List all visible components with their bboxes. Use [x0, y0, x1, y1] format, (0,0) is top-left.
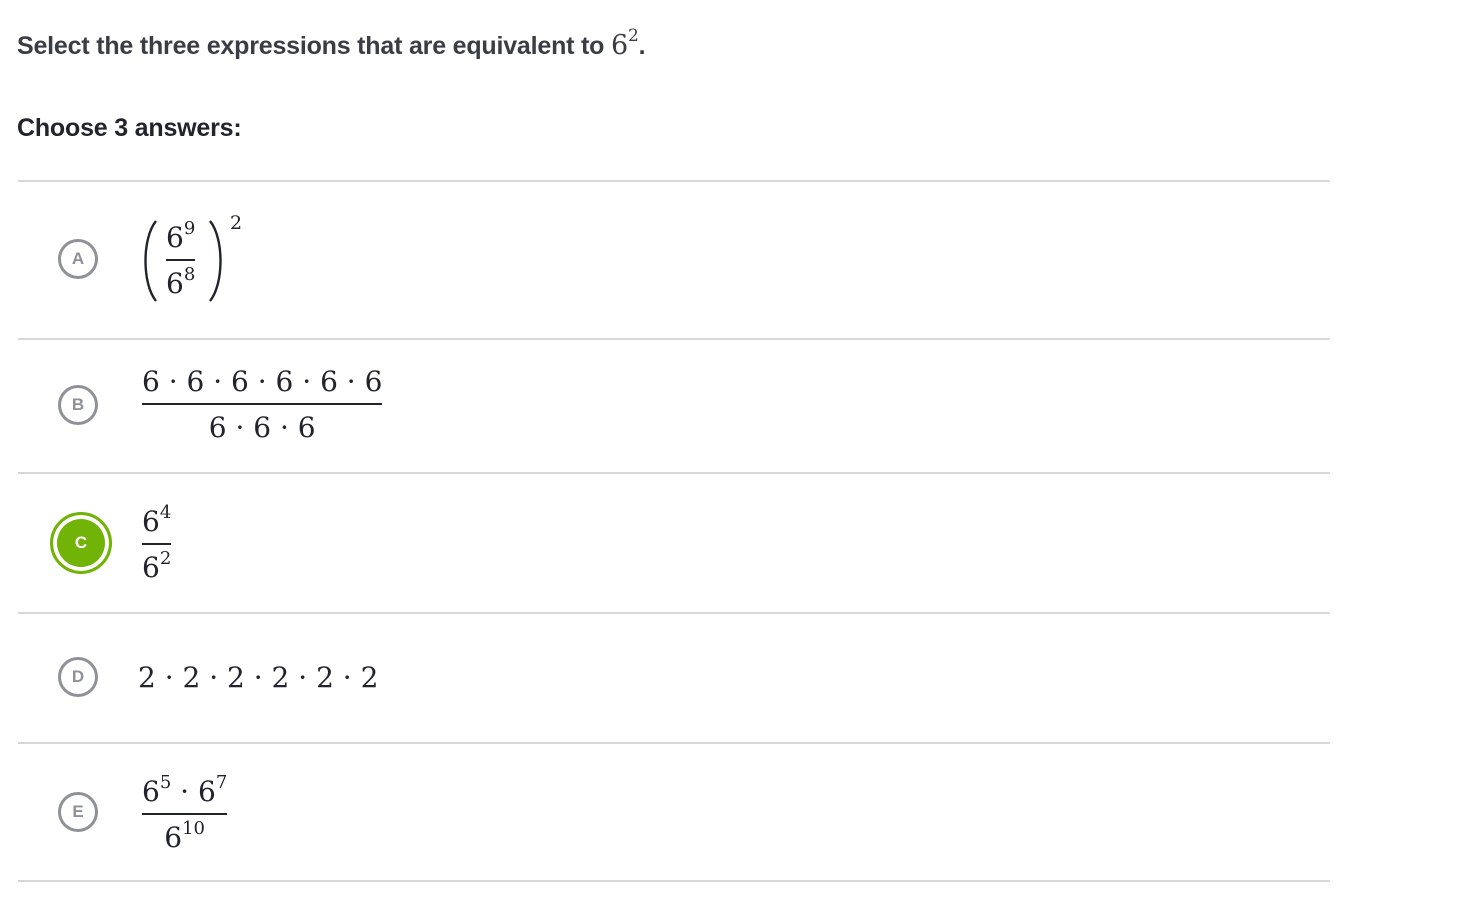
question-suffix: .: [638, 32, 646, 60]
choice-c[interactable]: C 64 62: [18, 472, 1330, 612]
question-base: 6: [610, 30, 628, 61]
fraction-bar: [142, 403, 383, 405]
choice-a-expression: 69 68 2: [138, 212, 248, 312]
left-paren-icon: [144, 220, 157, 302]
fraction-bar: [142, 813, 228, 815]
fraction-bar: [166, 259, 196, 261]
question-exponent: 2: [627, 26, 639, 46]
choice-e[interactable]: E 65 · 67 610: [18, 742, 1330, 882]
choice-b-letter: B: [58, 385, 98, 425]
choice-e-fraction: 65 · 67 610: [142, 772, 228, 854]
choice-c-letter: C: [50, 512, 112, 574]
right-paren-icon: [209, 220, 222, 302]
choice-a-fraction: 69 68: [166, 218, 196, 300]
choice-b-denominator: 6 · 6 · 6: [208, 411, 316, 444]
choice-b-fraction: 6 · 6 · 6 · 6 · 6 · 6 6 · 6 · 6: [142, 365, 383, 444]
choice-b-numerator: 6 · 6 · 6 · 6 · 6 · 6: [142, 365, 383, 398]
choice-c-fraction: 64 62: [142, 502, 172, 584]
choice-e-expression: 65 · 67 610: [142, 772, 228, 854]
choice-d-letter: D: [58, 657, 98, 697]
answer-instruction: Choose 3 answers:: [17, 114, 242, 142]
choice-a-denominator: 68: [166, 264, 196, 300]
choice-a-letter: A: [58, 239, 98, 279]
question-text: Select the three expressions that are eq…: [17, 32, 611, 60]
choice-e-numerator: 65 · 67: [142, 772, 228, 808]
choice-a[interactable]: A 69 68 2: [18, 180, 1330, 338]
choice-e-letter: E: [58, 792, 98, 832]
choice-c-numerator: 64: [142, 502, 172, 538]
choice-d-expression: 2 · 2 · 2 · 2 · 2 · 2: [138, 661, 379, 694]
choice-c-denominator: 62: [142, 548, 172, 584]
choice-b-expression: 6 · 6 · 6 · 6 · 6 · 6 6 · 6 · 6: [142, 365, 383, 444]
choice-a-outer-exponent: 2: [230, 212, 243, 234]
choice-d[interactable]: D 2 · 2 · 2 · 2 · 2 · 2: [18, 612, 1330, 742]
choice-a-numerator: 69: [166, 218, 196, 254]
choice-c-expression: 64 62: [142, 502, 172, 584]
choice-b[interactable]: B 6 · 6 · 6 · 6 · 6 · 6 6 · 6 · 6: [18, 338, 1330, 472]
question-math: 62: [610, 28, 639, 62]
question-prompt: Select the three expressions that are eq…: [17, 28, 646, 62]
choice-e-denominator: 610: [164, 818, 205, 854]
fraction-bar: [142, 543, 172, 545]
answer-choices: A 69 68 2 B 6 · 6 · 6 · 6 · 6 · 6 6 · 6 …: [18, 180, 1330, 882]
